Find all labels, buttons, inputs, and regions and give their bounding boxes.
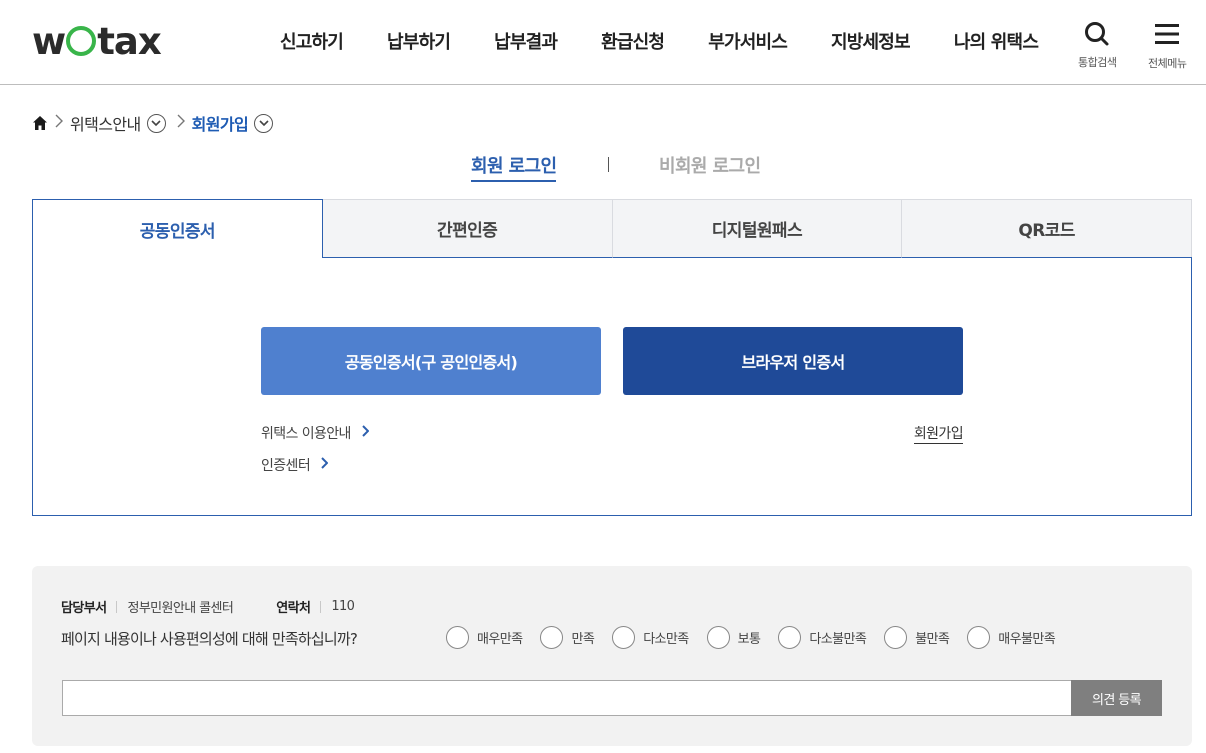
option-label: 다소불만족 <box>809 632 867 647</box>
contact-value: 110 <box>331 599 355 614</box>
contact-label: 연락처 <box>276 601 311 616</box>
auth-panel: 공동인증서(구 공인인증서) 브라우저 인증서 위택스 이용안내 인증센터 회원… <box>32 257 1192 516</box>
option-label: 매우불만족 <box>998 632 1056 647</box>
member-login-tab[interactable]: 회원 로그인 <box>471 152 557 182</box>
tab-qr-code[interactable]: QR코드 <box>902 199 1192 258</box>
radio-button[interactable] <box>540 626 564 649</box>
tab-joint-certificate[interactable]: 공동인증서 <box>32 199 323 258</box>
joint-certificate-button[interactable]: 공동인증서(구 공인인증서) <box>261 327 601 395</box>
option-somewhat-dissatisfied[interactable]: 다소불만족 <box>778 626 867 649</box>
browser-certificate-button[interactable]: 브라우저 인증서 <box>623 327 963 395</box>
radio-button[interactable] <box>612 626 636 649</box>
satisfaction-survey: 담당부서 정부민원안내 콜센터 연락처 110 페이지 내용이나 사용편의성에 … <box>32 566 1192 746</box>
site-header: w tax 신고하기 납부하기 납부결과 환급신청 부가서비스 지방세정보 나의 … <box>0 0 1206 85</box>
breadcrumb-level2[interactable]: 회원가입 <box>192 111 249 135</box>
search-button[interactable]: 통합검색 <box>1078 20 1117 70</box>
chevron-right-icon <box>54 114 64 132</box>
nav-item-my-wetax[interactable]: 나의 위택스 <box>932 28 1060 54</box>
cert-center-label: 인증센터 <box>261 458 311 474</box>
department-info: 담당부서 정부민원안내 콜센터 연락처 110 <box>61 597 355 616</box>
nav-item-local-tax-info[interactable]: 지방세정보 <box>809 28 932 54</box>
nav-item-pay[interactable]: 납부하기 <box>365 28 472 54</box>
survey-question: 페이지 내용이나 사용편의성에 대해 만족하십니까? <box>61 630 358 648</box>
home-icon[interactable] <box>32 115 48 131</box>
chevron-right-icon <box>176 114 186 132</box>
radio-button[interactable] <box>446 626 469 649</box>
all-menu-button[interactable]: 전체메뉴 <box>1148 20 1187 71</box>
divider <box>320 600 322 613</box>
divider <box>608 157 609 172</box>
option-label: 매우만족 <box>477 632 523 647</box>
chevron-down-icon[interactable] <box>146 113 166 133</box>
option-somewhat-satisfied[interactable]: 다소만족 <box>612 626 689 649</box>
nav-item-pay-result[interactable]: 납부결과 <box>472 28 579 54</box>
chevron-down-icon[interactable] <box>254 113 274 133</box>
dept-label: 담당부서 <box>61 601 107 616</box>
tab-simple-auth[interactable]: 간편인증 <box>322 199 613 258</box>
radio-button[interactable] <box>967 626 991 649</box>
nav-item-report[interactable]: 신고하기 <box>258 28 365 54</box>
breadcrumb: 위택스안내 회원가입 <box>32 111 274 135</box>
submit-opinion-button[interactable]: 의견 등록 <box>1071 680 1162 716</box>
tab-digital-onepass[interactable]: 디지털원패스 <box>612 199 903 258</box>
radio-button[interactable] <box>884 626 908 649</box>
wetax-guide-link[interactable]: 위택스 이용안내 <box>261 423 370 443</box>
main-nav: 신고하기 납부하기 납부결과 환급신청 부가서비스 지방세정보 나의 위택스 <box>258 28 1060 54</box>
cert-center-link[interactable]: 인증센터 <box>261 455 329 475</box>
radio-button[interactable] <box>706 626 730 649</box>
auth-method-tabs: 공동인증서 간편인증 디지털원패스 QR코드 <box>32 199 1192 258</box>
opinion-input[interactable] <box>62 680 1072 716</box>
option-label: 만족 <box>571 632 595 647</box>
guest-login-tab[interactable]: 비회원 로그인 <box>659 152 761 178</box>
breadcrumb-level1[interactable]: 위택스안내 <box>70 111 141 135</box>
survey-options: 매우만족 만족 다소만족 보통 다소불만족 불만족 매우불만족 <box>446 626 1073 649</box>
all-menu-label: 전체메뉴 <box>1148 57 1187 70</box>
login-type-switch: 회원 로그인 비회원 로그인 <box>0 152 1206 182</box>
wetax-logo[interactable]: w tax <box>32 22 162 62</box>
option-very-satisfied[interactable]: 매우만족 <box>446 626 523 649</box>
hamburger-icon <box>1148 20 1186 48</box>
search-icon <box>1078 20 1116 48</box>
option-dissatisfied[interactable]: 불만족 <box>884 626 950 649</box>
nav-item-refund[interactable]: 환급신청 <box>579 28 686 54</box>
option-neutral[interactable]: 보통 <box>706 626 761 649</box>
option-label: 불만족 <box>915 632 950 647</box>
wetax-guide-label: 위택스 이용안내 <box>261 426 351 442</box>
divider <box>116 600 118 613</box>
nav-item-extra-service[interactable]: 부가서비스 <box>686 28 809 54</box>
search-label: 통합검색 <box>1078 56 1117 69</box>
option-satisfied[interactable]: 만족 <box>540 626 595 649</box>
option-label: 다소만족 <box>643 632 689 647</box>
chevron-right-icon <box>361 425 370 441</box>
chevron-right-icon <box>320 457 329 473</box>
option-label: 보통 <box>737 632 761 647</box>
option-very-dissatisfied[interactable]: 매우불만족 <box>967 626 1056 649</box>
radio-button[interactable] <box>778 626 802 649</box>
dept-value: 정부민원안내 콜센터 <box>127 601 234 616</box>
sign-up-link[interactable]: 회원가입 <box>913 423 964 444</box>
